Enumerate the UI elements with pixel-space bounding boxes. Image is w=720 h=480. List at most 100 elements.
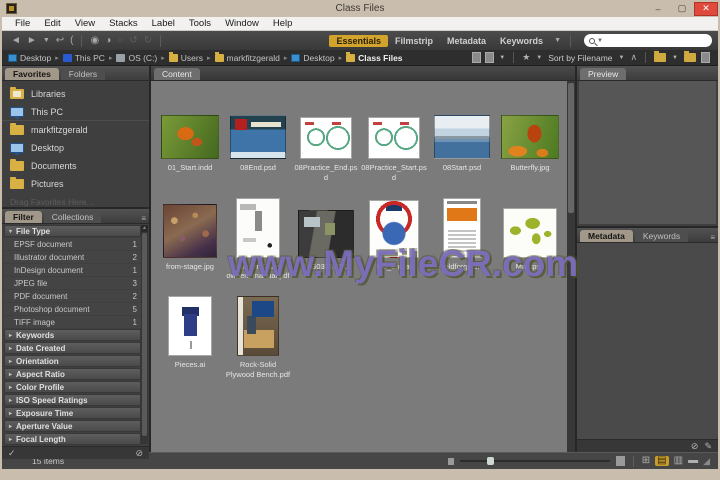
filter-row-illustrator[interactable]: Illustrator document 2 (4, 251, 141, 263)
filter-section-orientation[interactable]: ▸ Orientation (4, 355, 141, 367)
rotate-cw-icon[interactable]: ↻ (144, 35, 152, 46)
filter-row-epsf[interactable]: EPSF document 1 (4, 238, 141, 250)
reveal-recent-icon[interactable]: ( (70, 35, 73, 46)
search-input[interactable]: ▼ (584, 34, 712, 47)
file-08practice-end-psd[interactable]: 08Practice_End.psd (292, 87, 360, 183)
keep-filter-icon[interactable]: ✓ (8, 448, 16, 459)
favorites-item-libraries[interactable]: Libraries (2, 85, 149, 103)
camera-import-icon[interactable]: ◉ (90, 35, 99, 46)
tab-filter[interactable]: Filter (5, 211, 42, 223)
nav-dropdown-icon[interactable]: ▼ (43, 37, 50, 44)
file-08end-psd[interactable]: 08End.psd (224, 87, 292, 183)
workspace-tab-keywords[interactable]: Keywords (493, 35, 550, 47)
sort-by-label[interactable]: Sort by Filename (548, 53, 612, 63)
rotate-ccw-icon[interactable]: ↺ (129, 35, 137, 46)
panel-menu-icon[interactable]: ≡ (710, 233, 715, 242)
breadcrumb-os-c[interactable]: OS (C:) (116, 53, 157, 63)
file-hoover-manual-pdf[interactable]: Hoover Savvy owners manual.pdf (224, 186, 292, 282)
favorites-item-pictures[interactable]: Pictures (2, 175, 149, 193)
menu-help[interactable]: Help (266, 18, 300, 29)
forward-icon[interactable]: ► (27, 35, 37, 46)
clear-filter-icon[interactable]: ⊘ (135, 448, 143, 459)
open-camera-raw-icon[interactable]: ○ (117, 35, 123, 46)
menu-window[interactable]: Window (218, 18, 266, 29)
tab-content[interactable]: Content (154, 68, 200, 80)
thumbnail-quality-hq-icon[interactable] (485, 52, 495, 63)
file-08practice-start-psd[interactable]: 08Practice_Start.psd (360, 87, 428, 183)
slider-handle[interactable] (486, 457, 494, 465)
panel-menu-icon[interactable]: ≡ (141, 214, 146, 223)
sort-ascending-icon[interactable]: ∧ (630, 52, 637, 63)
open-folder-icon[interactable] (654, 51, 667, 62)
tab-preview[interactable]: Preview (580, 68, 627, 80)
filter-row-indesign[interactable]: InDesign document 1 (4, 264, 141, 276)
breadcrumb-this-pc[interactable]: This PC (62, 53, 105, 63)
sort-dropdown-icon[interactable]: ▼ (619, 55, 625, 61)
lock-grid-view-icon[interactable]: ⊞ (642, 456, 650, 466)
file-map-psd[interactable]: Map.psd (496, 186, 564, 282)
tab-metadata[interactable]: Metadata (580, 230, 633, 242)
open-dropdown-icon[interactable]: ▼ (672, 55, 678, 61)
filter-section-file-type[interactable]: ▾ File Type (4, 225, 141, 237)
content-scrollbar[interactable] (567, 81, 575, 452)
filter-section-date-created[interactable]: ▸ Date Created (4, 342, 141, 354)
filter-section-aspect-ratio[interactable]: ▸ Aspect Ratio (4, 368, 141, 380)
filter-row-photoshop[interactable]: Photoshop document 5 (4, 303, 141, 315)
smaller-thumbnails-icon[interactable] (447, 457, 454, 465)
file-t00-end-ai[interactable]: t00_end.ai (360, 186, 428, 282)
refine-icon[interactable]: ◑ (105, 35, 111, 46)
return-to-app-icon[interactable]: ↩ (56, 35, 64, 46)
filter-section-aperture[interactable]: ▸ Aperture Value (4, 420, 141, 432)
list-view-icon[interactable]: ▬ (688, 456, 698, 466)
thumbnail-view-icon[interactable]: ▤ (655, 456, 669, 466)
workspace-tab-essentials[interactable]: Essentials (329, 34, 389, 47)
menu-tools[interactable]: Tools (182, 18, 218, 29)
tab-collections[interactable]: Collections (43, 211, 102, 223)
larger-thumbnails-icon[interactable] (615, 456, 625, 466)
menu-view[interactable]: View (68, 18, 102, 29)
favorites-item-desktop[interactable]: Desktop (2, 139, 149, 157)
back-icon[interactable]: ◄ (11, 35, 21, 46)
filter-section-color-profile[interactable]: ▸ Color Profile (4, 381, 141, 393)
workspace-tab-filmstrip[interactable]: Filmstrip (388, 35, 440, 47)
thumbnail-size-slider[interactable] (459, 457, 610, 465)
file-08start-psd[interactable]: 08Start.psd (428, 87, 496, 183)
edit-metadata-icon[interactable]: ✎ (704, 441, 712, 452)
menu-file[interactable]: File (8, 18, 37, 29)
file-from-stage-jpg[interactable]: from-stage.jpg (156, 186, 224, 282)
tab-keywords[interactable]: Keywords (634, 230, 689, 242)
file-butterfly-jpg[interactable]: Butterfly.jpg (496, 87, 564, 183)
favorites-item-this-pc[interactable]: This PC (2, 103, 149, 121)
new-folder-icon[interactable] (684, 51, 696, 62)
file-01-start-indd[interactable]: 01_Start.indd (156, 87, 224, 183)
workspace-tab-metadata[interactable]: Metadata (440, 35, 493, 47)
menu-label[interactable]: Label (145, 18, 182, 29)
menu-stacks[interactable]: Stacks (102, 18, 145, 29)
search-dropdown-icon[interactable]: ▼ (597, 38, 603, 44)
quality-dropdown-icon[interactable]: ▼ (499, 55, 505, 61)
file-oldforge-tif[interactable]: oldforge.tif (428, 186, 496, 282)
star-dropdown-icon[interactable]: ▼ (536, 55, 542, 61)
details-view-icon[interactable]: ▥ (674, 456, 683, 466)
filter-row-jpeg[interactable]: JPEG file 3 (4, 277, 141, 289)
filter-section-exposure-time[interactable]: ▸ Exposure Time (4, 407, 141, 419)
file-img0373-jpg[interactable]: IMG0373.JPG (292, 186, 360, 282)
filter-row-pdf[interactable]: PDF document 2 (4, 290, 141, 302)
filter-section-keywords[interactable]: ▸ Keywords (4, 329, 141, 341)
cancel-metadata-icon[interactable]: ⊘ (691, 441, 699, 452)
star-filter-icon[interactable]: ★ (522, 52, 530, 63)
breadcrumb-desktop2[interactable]: Desktop (291, 53, 335, 63)
tab-folders[interactable]: Folders (60, 68, 106, 80)
file-pieces-ai[interactable]: Pieces.ai (156, 284, 224, 380)
tab-favorites[interactable]: Favorites (5, 68, 59, 80)
breadcrumb-markfitzgerald[interactable]: markfitzgerald (214, 51, 280, 63)
breadcrumb-desktop[interactable]: Desktop (8, 53, 51, 63)
thumbnail-quality-icon[interactable] (472, 52, 482, 63)
menu-edit[interactable]: Edit (37, 18, 67, 29)
filter-section-iso[interactable]: ▸ ISO Speed Ratings (4, 394, 141, 406)
filter-section-focal-length[interactable]: ▸ Focal Length (4, 433, 141, 445)
workspace-dropdown-icon[interactable]: ▼ (554, 37, 561, 44)
file-rock-solid-plywood-bench-pdf[interactable]: Rock-Solid Plywood Bench.pdf (224, 284, 292, 380)
delete-icon[interactable] (701, 52, 710, 63)
favorites-item-documents[interactable]: Documents (2, 157, 149, 175)
